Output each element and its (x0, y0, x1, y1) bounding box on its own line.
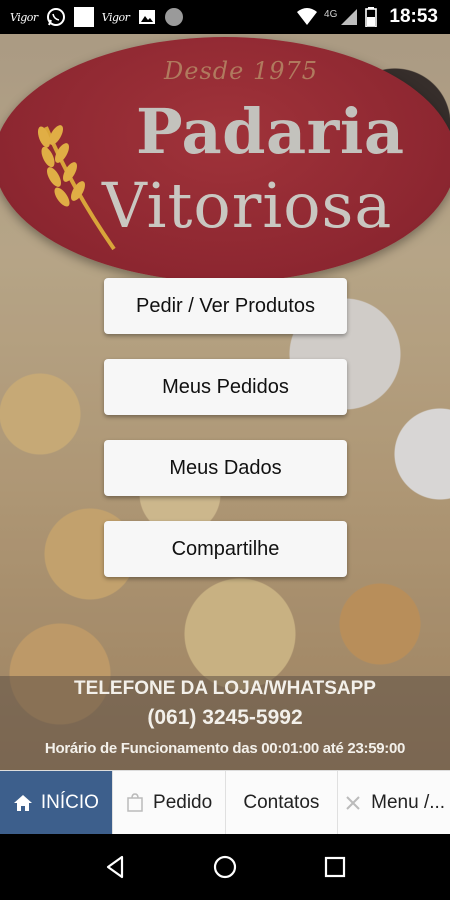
notification-square-icon (73, 7, 94, 27)
order-products-button[interactable]: Pedir / Ver Produtos (104, 278, 347, 334)
logo-since: Desde 1975 (164, 57, 319, 85)
tab-pedido[interactable]: Pedido (113, 771, 226, 834)
store-phone-number[interactable]: (061) 3245-5992 (147, 706, 302, 730)
tab-pedido-label: Pedido (153, 791, 213, 813)
signal-icon (341, 9, 358, 25)
system-icons: 4G 18:53 (296, 6, 450, 28)
tab-inicio[interactable]: INÍCIO (0, 771, 113, 834)
system-navigation-bar (0, 834, 450, 900)
back-icon[interactable] (102, 854, 128, 880)
wifi-icon (297, 8, 318, 25)
share-button[interactable]: Compartilhe (104, 521, 347, 577)
home-circle-icon[interactable] (212, 854, 238, 880)
tab-inicio-label: INÍCIO (40, 791, 99, 813)
battery-icon (365, 7, 378, 27)
close-icon (346, 795, 360, 810)
tab-contatos[interactable]: Contatos (226, 771, 339, 834)
status-bar: Vigor Vigor 4G 18:53 (0, 0, 450, 34)
recents-icon[interactable] (322, 854, 348, 880)
notification-icons: Vigor Vigor (0, 7, 184, 27)
bag-icon (127, 792, 143, 812)
whatsapp-icon (46, 8, 65, 26)
vigor-notification-icon-2: Vigor (101, 10, 130, 24)
my-data-button[interactable]: Meus Dados (104, 440, 347, 496)
opening-hours: Horário de Funcionamento das 00:01:00 at… (44, 740, 406, 757)
tab-menu-label: Menu /... (371, 791, 446, 813)
tab-contatos-label: Contatos (243, 791, 320, 813)
home-icon (13, 794, 32, 811)
bottom-tab-bar: INÍCIO Pedido Contatos Menu /... (0, 770, 450, 834)
tab-menu[interactable]: Menu /... (338, 771, 450, 834)
vigor-notification-icon: Vigor (10, 10, 38, 24)
logo-title-vitoriosa: Vitoriosa (102, 169, 393, 242)
store-info: TELEFONE DA LOJA/WHATSAPP (061) 3245-599… (0, 676, 450, 770)
image-icon (139, 10, 156, 24)
logo-title-padaria: Padaria (136, 95, 405, 168)
bakery-logo: Desde 1975 Padaria Vitoriosa (0, 37, 450, 282)
circle-notification-icon (165, 8, 184, 26)
home-screen: Desde 1975 Padaria Vitoriosa Pedir / Ver… (0, 34, 450, 770)
clock: 18:53 (389, 6, 438, 27)
my-orders-button[interactable]: Meus Pedidos (104, 359, 347, 415)
main-menu: Pedir / Ver Produtos Meus Pedidos Meus D… (104, 278, 347, 577)
network-type-label: 4G (324, 8, 338, 20)
store-phone-title: TELEFONE DA LOJA/WHATSAPP (74, 678, 376, 699)
